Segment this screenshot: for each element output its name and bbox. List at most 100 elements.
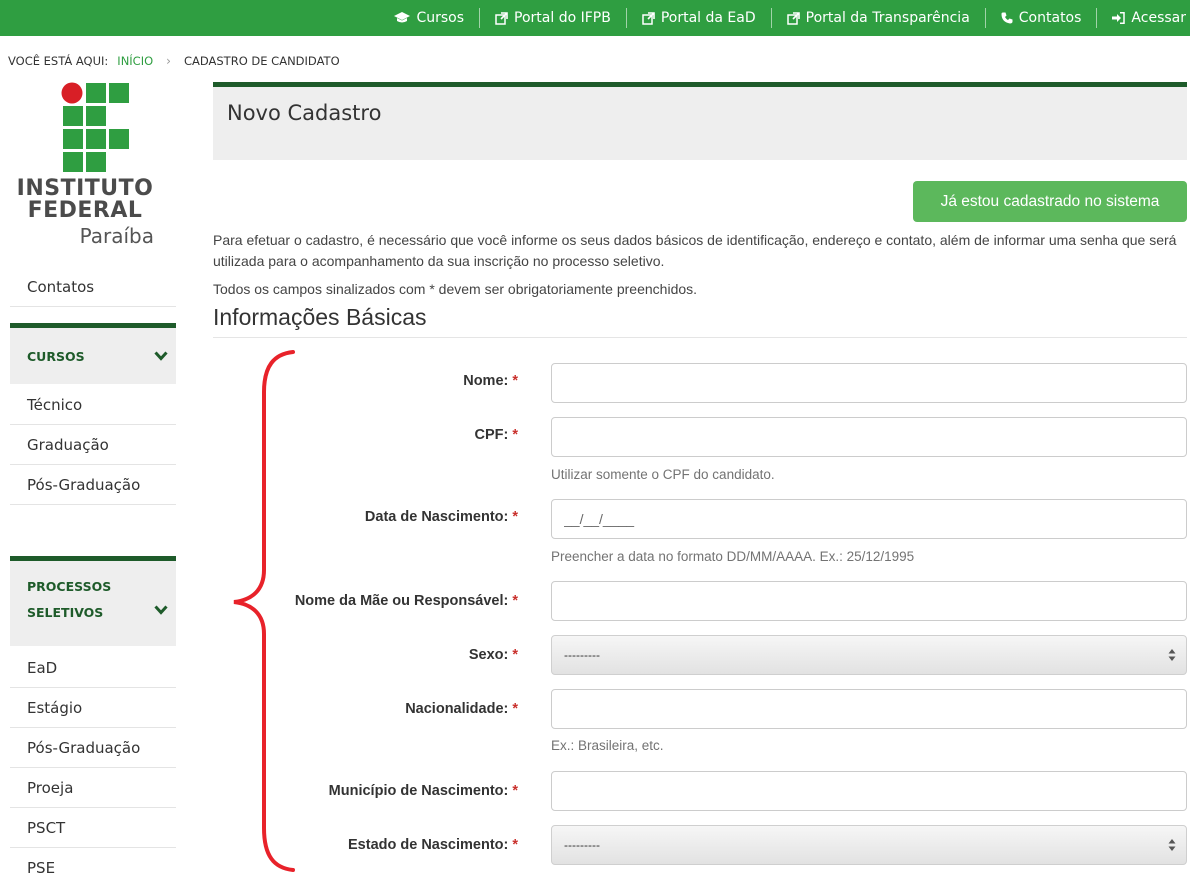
sidebar-item-label: Estágio <box>27 698 83 717</box>
chevron-down-icon <box>154 351 168 361</box>
mae-label: Nome da Mãe ou Responsável: * <box>295 593 518 609</box>
logo-text-instituto: INSTITUTO <box>16 176 154 201</box>
top-nav-links: Cursos Portal do IFPB Portal da EaD Port… <box>379 0 1190 36</box>
chevron-down-icon <box>154 605 168 615</box>
external-link-icon <box>495 11 508 25</box>
sidebar-item-label: EaD <box>27 658 58 677</box>
intro-text: Para efetuar o cadastro, é necessário qu… <box>213 232 1177 269</box>
sidebar-item-estagio[interactable]: Estágio <box>10 688 176 728</box>
field-label-text: Nome: <box>463 373 509 389</box>
mother-name-input[interactable] <box>551 581 1187 621</box>
required-marker: * <box>512 373 518 389</box>
breadcrumb-current: CADASTRO DE CANDIDATO <box>183 54 340 68</box>
sidebar-item-label: Contatos <box>27 277 95 296</box>
sidebar-item-ead[interactable]: EaD <box>10 648 176 688</box>
logo-text-paraiba: Paraíba <box>79 224 154 248</box>
annotation-brace <box>233 350 295 872</box>
estado-select[interactable]: --------- <box>551 825 1187 865</box>
sexo-label: Sexo: * <box>469 647 518 663</box>
sidebar-item-label: PSE <box>27 859 56 877</box>
nacionalidade-input[interactable] <box>551 689 1187 729</box>
nav-link-portal-transparencia[interactable]: Portal da Transparência <box>772 8 986 28</box>
external-link-icon <box>786 11 800 25</box>
birth-date-help-text: Preencher a data no formato DD/MM/AAAA. … <box>551 549 915 564</box>
field-label-text: Data de Nascimento: <box>364 509 509 525</box>
sidebar-item-tecnico[interactable]: Técnico <box>10 385 176 425</box>
nav-link-label: Portal do IFPB <box>514 10 611 26</box>
sexo-select[interactable]: --------- <box>551 635 1187 675</box>
sidebar-item-pse[interactable]: PSE <box>10 848 176 879</box>
top-navigation-bar: Cursos Portal do IFPB Portal da EaD Port… <box>0 0 1190 36</box>
required-marker: * <box>512 783 518 799</box>
nome-input[interactable] <box>551 363 1187 403</box>
sidebar-item-label: PSCT <box>27 818 66 837</box>
graduation-cap-icon <box>394 12 411 23</box>
field-label-text: Sexo: <box>468 647 509 663</box>
sidebar-item-label: Técnico <box>27 395 83 414</box>
cpf-input[interactable] <box>551 417 1187 457</box>
cpf-help-text: Utilizar somente o CPF do candidato. <box>551 467 775 482</box>
section-title: Informações Básicas <box>213 304 427 330</box>
required-marker: * <box>512 509 518 525</box>
sign-in-icon <box>1112 12 1126 24</box>
nav-link-portal-ead[interactable]: Portal da EaD <box>627 8 772 28</box>
logo-text-federal: FEDERAL <box>27 198 143 223</box>
already-registered-button[interactable]: Já estou cadastrado no sistema <box>913 181 1187 222</box>
field-label-text: Município de Nascimento: <box>328 783 509 799</box>
sidebar-item-label: Graduação <box>27 435 109 454</box>
required-marker: * <box>512 701 518 717</box>
nav-link-label: Cursos <box>416 10 465 26</box>
nome-label: Nome: * <box>463 373 518 389</box>
required-marker: * <box>512 593 518 609</box>
sidebar-header-label: SELETIVOS <box>27 605 104 620</box>
sidebar-item-pos-graduacao-processo[interactable]: Pós-Graduação <box>10 728 176 768</box>
nav-link-label: Contatos <box>1018 10 1082 26</box>
nav-link-label: Portal da EaD <box>660 10 756 26</box>
nacionalidade-label: Nacionalidade: * <box>405 701 518 717</box>
nav-link-portal-ifpb[interactable]: Portal do IFPB <box>480 8 627 28</box>
external-link-icon <box>642 11 655 25</box>
sidebar-item-proeja[interactable]: Proeja <box>10 768 176 808</box>
select-value: --------- <box>564 838 600 852</box>
nav-link-label: Portal da Transparência <box>805 10 970 26</box>
sidebar-item-graduacao[interactable]: Graduação <box>10 425 176 465</box>
sidebar-header-processos-seletivos[interactable]: PROCESSOS SELETIVOS <box>10 556 176 646</box>
breadcrumb-home-link[interactable]: INÍCIO <box>117 54 153 68</box>
sidebar-item-pos-graduacao[interactable]: Pós-Graduação <box>10 465 176 505</box>
sidebar-item-label: Pós-Graduação <box>27 475 141 494</box>
nacionalidade-help-text: Ex.: Brasileira, etc. <box>551 738 664 753</box>
field-label-text: Nome da Mãe ou Responsável: <box>294 593 509 609</box>
field-label-text: Nacionalidade: <box>405 701 509 717</box>
select-arrows-icon <box>1168 649 1176 661</box>
breadcrumb: VOCÊ ESTÁ AQUI: INÍCIO › CADASTRO DE CAN… <box>8 54 340 68</box>
municipio-label: Município de Nascimento: * <box>329 783 518 799</box>
nav-link-acessar[interactable]: Acessar <box>1097 8 1190 28</box>
sidebar-item-psct[interactable]: PSCT <box>10 808 176 848</box>
estado-label: Estado de Nascimento: * <box>348 837 518 853</box>
section-divider <box>213 337 1187 338</box>
page-title-panel: Novo Cadastro <box>213 82 1187 160</box>
nav-link-contatos[interactable]: Contatos <box>986 8 1098 28</box>
required-fields-note: Todos os campos sinalizados com * devem … <box>213 281 698 297</box>
birth-date-input[interactable] <box>551 499 1187 539</box>
breadcrumb-prefix: VOCÊ ESTÁ AQUI: <box>8 54 109 68</box>
phone-icon <box>1001 12 1013 24</box>
sidebar-header-label: PROCESSOS <box>27 579 112 594</box>
required-marker: * <box>512 647 518 663</box>
nav-link-cursos[interactable]: Cursos <box>379 8 481 28</box>
breadcrumb-separator: › <box>166 54 171 68</box>
sidebar-item-label: Proeja <box>27 778 74 797</box>
field-label-text: CPF: <box>474 427 509 443</box>
page-title: Novo Cadastro <box>227 101 382 125</box>
sidebar-item-contatos[interactable]: Contatos <box>10 267 176 307</box>
municipio-input[interactable] <box>551 771 1187 811</box>
nascimento-label: Data de Nascimento: * <box>365 509 518 525</box>
required-marker: * <box>512 427 518 443</box>
select-arrows-icon <box>1168 839 1176 851</box>
cpf-label: CPF: * <box>475 427 519 443</box>
required-marker: * <box>512 837 518 853</box>
sidebar-header-cursos[interactable]: CURSOS <box>10 323 176 384</box>
field-label-text: Estado de Nascimento: <box>348 837 509 853</box>
sidebar-item-label: Pós-Graduação <box>27 738 141 757</box>
nav-link-label: Acessar <box>1131 10 1186 26</box>
